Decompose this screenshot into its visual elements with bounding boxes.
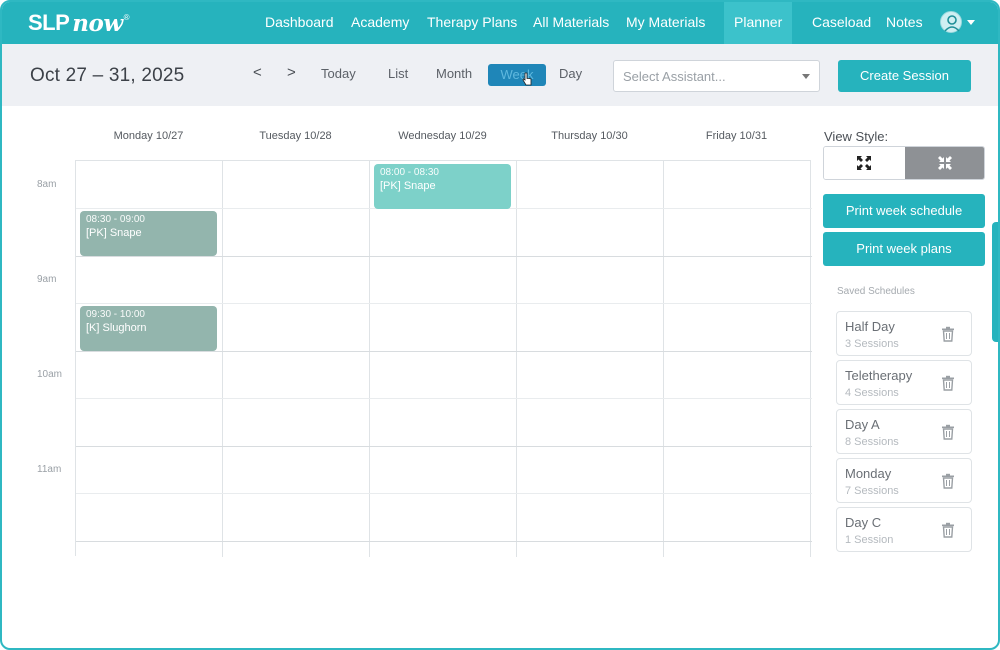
grid-column-divider — [369, 161, 370, 557]
session-name: [PK] Snape — [380, 180, 436, 192]
compress-view-button[interactable] — [905, 147, 984, 179]
side-scroll-tab[interactable] — [992, 222, 998, 342]
week-view-button[interactable]: Week — [488, 64, 546, 86]
saved-schedules-label: Saved Schedules — [837, 286, 915, 297]
nav-planner[interactable]: Planner — [724, 2, 793, 44]
app-window: SLP now ® Dashboard Academy Therapy Plan… — [0, 0, 1000, 650]
today-button[interactable]: Today — [321, 66, 356, 81]
expand-icon — [857, 156, 871, 170]
saved-schedules-list: Half Day 3 Sessions Teletherapy 4 Sessio… — [836, 311, 972, 556]
month-view-button[interactable]: Month — [436, 66, 472, 81]
session-time: 08:00 - 08:30 — [380, 167, 439, 178]
saved-schedule-count: 1 Session — [845, 534, 894, 546]
session-time: 09:30 - 10:00 — [86, 309, 145, 320]
grid-column-divider — [663, 161, 664, 557]
grid-column-divider — [222, 161, 223, 557]
expand-view-button[interactable] — [824, 147, 905, 179]
grid-half-hour-line — [76, 303, 812, 304]
saved-schedule-count: 7 Sessions — [845, 485, 899, 497]
grid-hour-line — [76, 256, 812, 257]
saved-schedule-count: 8 Sessions — [845, 436, 899, 448]
saved-schedule-name: Monday — [845, 466, 892, 481]
session-name: [PK] Snape — [86, 227, 142, 239]
saved-schedule-count: 4 Sessions — [845, 387, 899, 399]
chevron-down-icon — [802, 74, 810, 79]
time-label-11am: 11am — [37, 464, 62, 475]
print-week-plans-button[interactable]: Print week plans — [823, 232, 985, 266]
list-view-button[interactable]: List — [388, 66, 408, 81]
assistant-select[interactable]: Select Assistant... — [613, 60, 820, 92]
print-week-schedule-button[interactable]: Print week schedule — [823, 194, 985, 228]
session-event[interactable]: 08:00 - 08:30 [PK] Snape — [374, 164, 511, 209]
day-header-tuesday: Tuesday 10/28 — [259, 130, 332, 142]
saved-schedule-name: Day C — [845, 515, 882, 530]
view-style-label: View Style: — [824, 129, 889, 144]
planner-toolbar: Oct 27 – 31, 2025 < > Today List Month W… — [2, 44, 998, 106]
session-time: 08:30 - 09:00 — [86, 214, 145, 225]
trash-icon[interactable] — [941, 522, 955, 538]
day-header-wednesday: Wednesday 10/29 — [398, 130, 487, 142]
nav-caseload[interactable]: Caseload — [812, 2, 871, 44]
day-header-monday: Monday 10/27 — [113, 130, 184, 142]
next-week-button[interactable]: > — [287, 64, 296, 81]
session-event[interactable]: 09:30 - 10:00 [K] Slughorn — [80, 306, 217, 351]
grid-hour-line — [76, 446, 812, 447]
grid-half-hour-line — [76, 398, 812, 399]
time-label-10am: 10am — [37, 369, 63, 380]
nav-therapy-plans[interactable]: Therapy Plans — [427, 2, 517, 44]
grid-hour-line — [76, 351, 812, 352]
saved-schedule-item[interactable]: Day A 8 Sessions — [836, 409, 972, 454]
date-range-title: Oct 27 – 31, 2025 — [30, 65, 185, 86]
chevron-down-icon — [967, 20, 975, 25]
nav-dashboard[interactable]: Dashboard — [265, 2, 334, 44]
trash-icon[interactable] — [941, 375, 955, 391]
session-name: [K] Slughorn — [86, 322, 147, 334]
nav-menu: Dashboard Academy Therapy Plans All Mate… — [2, 2, 998, 44]
saved-schedule-name: Teletherapy — [845, 368, 913, 383]
grid-column-divider — [516, 161, 517, 557]
saved-schedule-name: Half Day — [845, 319, 895, 334]
saved-schedule-name: Day A — [845, 417, 880, 432]
nav-academy[interactable]: Academy — [351, 2, 409, 44]
trash-icon[interactable] — [941, 326, 955, 342]
trash-icon[interactable] — [941, 473, 955, 489]
day-header-friday: Friday 10/31 — [705, 130, 768, 142]
user-menu[interactable] — [940, 11, 975, 35]
session-event[interactable]: 08:30 - 09:00 [PK] Snape — [80, 211, 217, 256]
saved-schedule-item[interactable]: Half Day 3 Sessions — [836, 311, 972, 356]
view-style-toggle — [823, 146, 985, 180]
saved-schedule-item[interactable]: Monday 7 Sessions — [836, 458, 972, 503]
time-label-8am: 8am — [37, 179, 57, 190]
grid-hour-line — [76, 541, 812, 542]
grid-half-hour-line — [76, 493, 812, 494]
saved-schedule-item[interactable]: Day C 1 Session — [836, 507, 972, 552]
grid-column-divider — [810, 161, 811, 557]
assistant-select-placeholder: Select Assistant... — [623, 69, 726, 84]
day-header-thursday: Thursday 10/30 — [551, 130, 628, 142]
nav-all-materials[interactable]: All Materials — [533, 2, 609, 44]
prev-week-button[interactable]: < — [253, 64, 262, 81]
day-view-button[interactable]: Day — [559, 66, 582, 81]
nav-my-materials[interactable]: My Materials — [626, 2, 705, 44]
compress-icon — [938, 156, 952, 170]
time-label-9am: 9am — [37, 274, 57, 285]
create-session-button[interactable]: Create Session — [838, 60, 971, 92]
nav-notes[interactable]: Notes — [886, 2, 923, 44]
saved-schedule-item[interactable]: Teletherapy 4 Sessions — [836, 360, 972, 405]
avatar-icon — [940, 11, 962, 33]
top-nav: SLP now ® Dashboard Academy Therapy Plan… — [2, 2, 998, 44]
hand-pointer-icon — [522, 72, 532, 86]
saved-schedule-count: 3 Sessions — [845, 338, 899, 350]
trash-icon[interactable] — [941, 424, 955, 440]
